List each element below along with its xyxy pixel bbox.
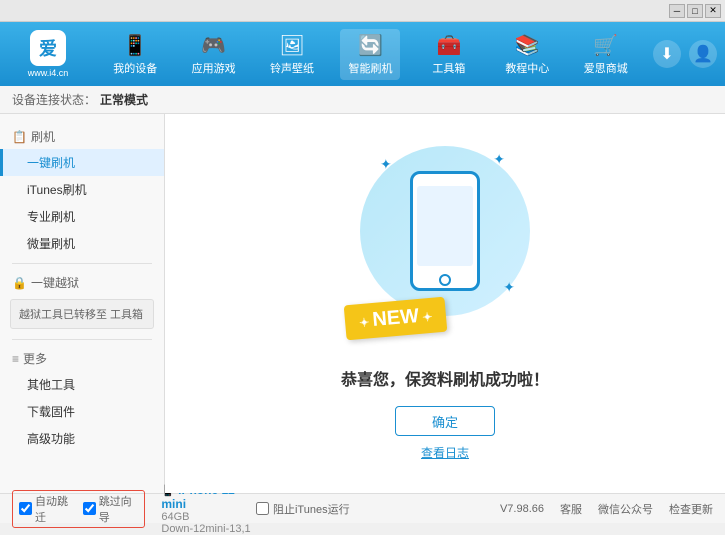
new-badge: NEW: [344, 297, 448, 341]
sidebar-item-other-tools[interactable]: 其他工具: [0, 371, 164, 398]
skip-wizard-input[interactable]: [83, 502, 96, 515]
sidebar-section-flash: 📋 刷机 一键刷机 iTunes刷机 专业刷机 微量刷机: [0, 122, 164, 259]
wechat-link[interactable]: 微信公众号: [598, 501, 653, 517]
status-value: 正常模式: [100, 91, 148, 108]
success-message: 恭喜您，保资料刷机成功啦！: [341, 366, 549, 390]
nav-bar: 📱 我的设备 🎮 应用游戏 🖼 铃声壁纸 🔄 智能刷机 🧰 工具箱 📚 教程中心…: [96, 29, 645, 80]
sparkle-3: ✦: [503, 279, 515, 296]
sidebar-item-one-click[interactable]: 一键刷机: [0, 149, 164, 176]
toolbox-icon: 🧰: [436, 33, 461, 58]
title-bar: ─ □ ✕: [0, 0, 725, 22]
sidebar-header-jailbreak: 🔒 一键越狱: [0, 270, 164, 295]
version-label: V7.98.66: [500, 503, 544, 515]
stop-itunes-area: 阻止iTunes运行: [256, 501, 500, 517]
sidebar-item-pro[interactable]: 专业刷机: [0, 203, 164, 230]
service-link[interactable]: 客服: [560, 501, 582, 517]
sidebar-divider-2: [12, 339, 152, 340]
tutorial-label: 教程中心: [505, 60, 549, 76]
nav-store[interactable]: 🛒 爱思商城: [576, 29, 636, 80]
bottom-right: V7.98.66 客服 微信公众号 检查更新: [500, 501, 713, 517]
store-icon: 🛒: [593, 33, 618, 58]
status-label: 设备连接状态：: [12, 91, 96, 108]
device-model: Down-12mini-13,1: [161, 523, 250, 535]
my-device-label: 我的设备: [113, 60, 157, 76]
nav-my-device[interactable]: 📱 我的设备: [105, 29, 165, 80]
stop-itunes-input[interactable]: [256, 502, 269, 515]
check-update-link[interactable]: 检查更新: [669, 501, 713, 517]
sidebar-section-more: ≡ 更多 其他工具 下载固件 高级功能: [0, 344, 164, 454]
sidebar-item-micro[interactable]: 微量刷机: [0, 230, 164, 257]
auto-jump-input[interactable]: [19, 502, 32, 515]
wallpaper-label: 铃声壁纸: [270, 60, 314, 76]
content-area: ✦ ✦ ✦ NEW 恭喜您，保资料刷机成功啦！ 确定 查看日志: [165, 114, 725, 493]
logo[interactable]: 爱 www.i4.cn: [8, 30, 88, 78]
checkbox-area: 自动跳迁 跳过向导: [12, 490, 145, 528]
sidebar-item-advanced[interactable]: 高级功能: [0, 425, 164, 452]
skip-wizard-checkbox[interactable]: 跳过向导: [83, 493, 139, 525]
lock-icon: 🔒: [12, 276, 27, 290]
apps-label: 应用游戏: [192, 60, 236, 76]
sidebar-item-itunes[interactable]: iTunes刷机: [0, 176, 164, 203]
device-storage: 64GB: [161, 511, 189, 523]
header: 爱 www.i4.cn 📱 我的设备 🎮 应用游戏 🖼 铃声壁纸 🔄 智能刷机 …: [0, 22, 725, 86]
wallpaper-icon: 🖼: [279, 33, 304, 58]
jailbreak-notice: 越狱工具已转移至 工具箱: [10, 299, 154, 329]
more-section-icon: ≡: [12, 352, 19, 366]
more-section-label: 更多: [23, 350, 47, 367]
confirm-button[interactable]: 确定: [395, 406, 495, 436]
sidebar-header-more: ≡ 更多: [0, 346, 164, 371]
bottom-bar: 自动跳迁 跳过向导 📱 iPhone 12 mini 64GB Down-12m…: [0, 493, 725, 523]
nav-apps[interactable]: 🎮 应用游戏: [184, 29, 244, 80]
maximize-button[interactable]: □: [687, 4, 703, 18]
sidebar: 📋 刷机 一键刷机 iTunes刷机 专业刷机 微量刷机 🔒 一键越狱 越狱工具…: [0, 114, 165, 493]
stop-itunes-label: 阻止iTunes运行: [273, 501, 350, 517]
skip-wizard-label: 跳过向导: [99, 493, 139, 525]
my-device-icon: 📱: [123, 33, 148, 58]
sidebar-header-flash: 📋 刷机: [0, 124, 164, 149]
logo-url: www.i4.cn: [28, 68, 69, 78]
sidebar-item-download-fw[interactable]: 下载固件: [0, 398, 164, 425]
toolbox-label: 工具箱: [432, 60, 465, 76]
logo-icon: 爱: [30, 30, 66, 66]
phone-home-button: [439, 274, 451, 286]
minimize-button[interactable]: ─: [669, 4, 685, 18]
nav-toolbox[interactable]: 🧰 工具箱: [419, 29, 479, 80]
main-area: 📋 刷机 一键刷机 iTunes刷机 专业刷机 微量刷机 🔒 一键越狱 越狱工具…: [0, 114, 725, 493]
phone-circle-bg: ✦ ✦ ✦: [360, 146, 530, 316]
sparkle-2: ✦: [493, 151, 505, 168]
sidebar-divider-1: [12, 263, 152, 264]
tutorial-icon: 📚: [515, 33, 540, 58]
phone-screen: [417, 186, 473, 266]
jailbreak-section-label: 一键越狱: [31, 274, 79, 291]
auto-jump-label: 自动跳迁: [35, 493, 75, 525]
review-log-link[interactable]: 查看日志: [421, 444, 469, 461]
phone-illustration: ✦ ✦ ✦ NEW: [355, 146, 535, 346]
store-label: 爱思商城: [584, 60, 628, 76]
nav-smart-flash[interactable]: 🔄 智能刷机: [340, 29, 400, 80]
close-button[interactable]: ✕: [705, 4, 721, 18]
apps-icon: 🎮: [201, 33, 226, 58]
auto-jump-checkbox[interactable]: 自动跳迁: [19, 493, 75, 525]
flash-section-icon: 📋: [12, 130, 27, 144]
smart-flash-icon: 🔄: [358, 33, 383, 58]
nav-wallpaper[interactable]: 🖼 铃声壁纸: [262, 29, 322, 80]
user-button[interactable]: 👤: [689, 40, 717, 68]
nav-tutorial[interactable]: 📚 教程中心: [497, 29, 557, 80]
status-bar: 设备连接状态： 正常模式: [0, 86, 725, 114]
stop-itunes-checkbox[interactable]: 阻止iTunes运行: [256, 501, 350, 517]
download-button[interactable]: ⬇: [653, 40, 681, 68]
flash-section-label: 刷机: [31, 128, 55, 145]
sparkle-1: ✦: [380, 156, 392, 173]
sidebar-section-jailbreak: 🔒 一键越狱 越狱工具已转移至 工具箱: [0, 268, 164, 335]
phone-body: [410, 171, 480, 291]
header-right: ⬇ 👤: [653, 40, 717, 68]
smart-flash-label: 智能刷机: [348, 60, 392, 76]
